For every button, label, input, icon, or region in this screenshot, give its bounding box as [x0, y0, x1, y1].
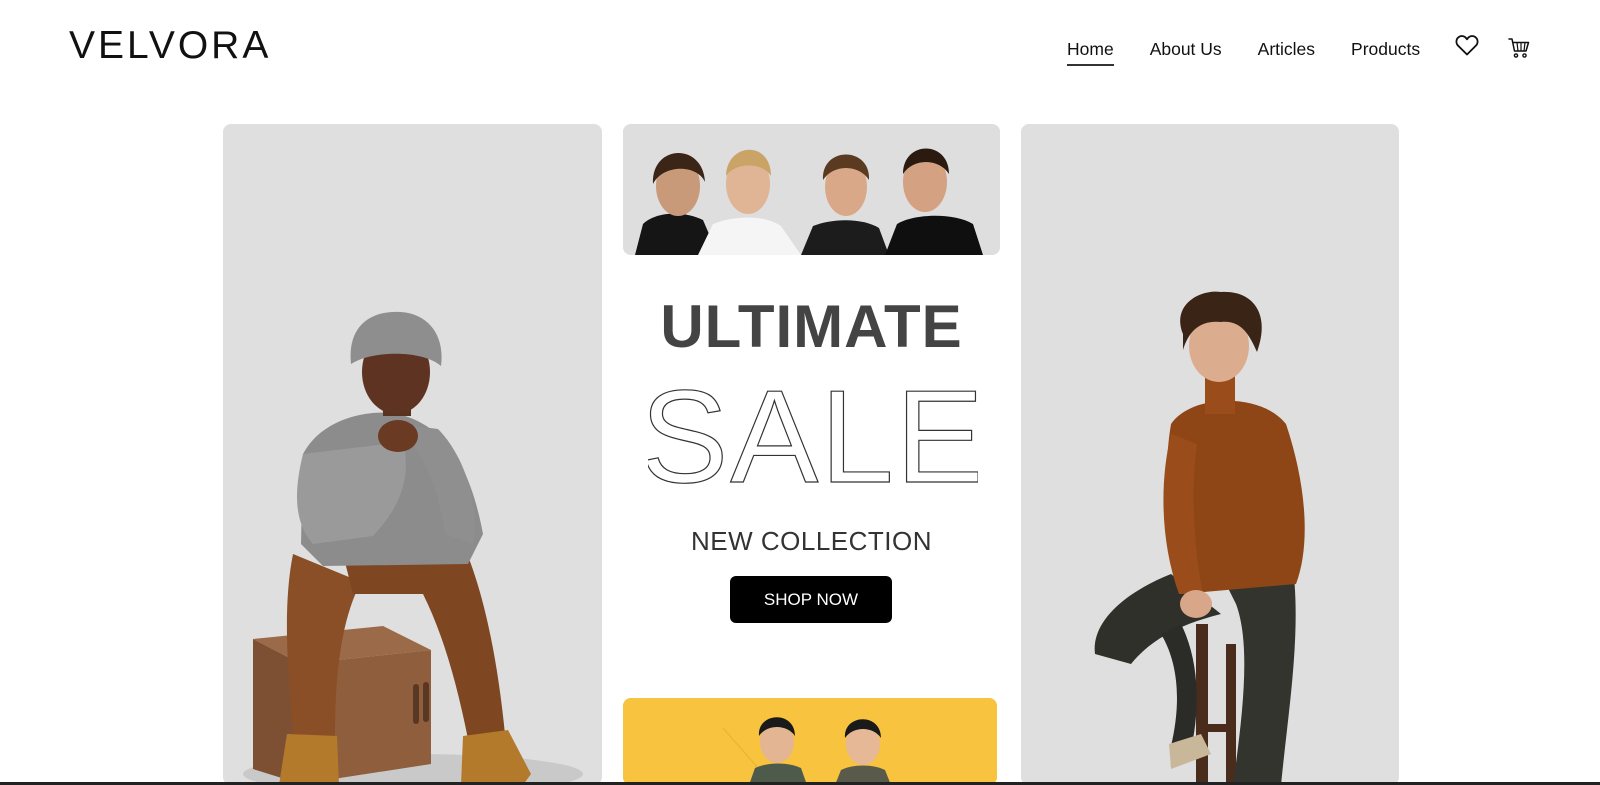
model-seated-on-box-illustration [243, 311, 583, 785]
four-models-illustration [623, 124, 1000, 255]
promo-headline: ULTIMATE [660, 293, 963, 360]
cart-icon [1508, 38, 1530, 58]
model-leaning-on-stool-illustration [1094, 291, 1305, 785]
left-model-image [223, 124, 602, 785]
group-models-image [623, 124, 1000, 255]
yellow-promo-image [623, 698, 997, 785]
page: VELVORA Home About Us Articles Products [0, 0, 1600, 785]
sale-word: SALE [648, 382, 978, 492]
wishlist-button[interactable] [1455, 34, 1481, 60]
sale-outline-text: SALE [648, 382, 978, 492]
shop-now-button[interactable]: SHOP NOW [730, 576, 892, 623]
heart-icon [1455, 35, 1479, 56]
promo-subheadline: NEW COLLECTION [690, 526, 933, 556]
right-model-image [1021, 124, 1399, 785]
nav-articles[interactable]: Articles [1258, 38, 1315, 60]
nav-products[interactable]: Products [1351, 38, 1420, 60]
brand-logo[interactable]: VELVORA [69, 26, 271, 65]
nav-home[interactable]: Home [1067, 38, 1114, 66]
two-models-illustration [623, 698, 997, 785]
cart-button[interactable] [1508, 37, 1534, 63]
main-nav: Home About Us Articles Products [1067, 38, 1456, 66]
nav-about-us[interactable]: About Us [1150, 38, 1222, 60]
